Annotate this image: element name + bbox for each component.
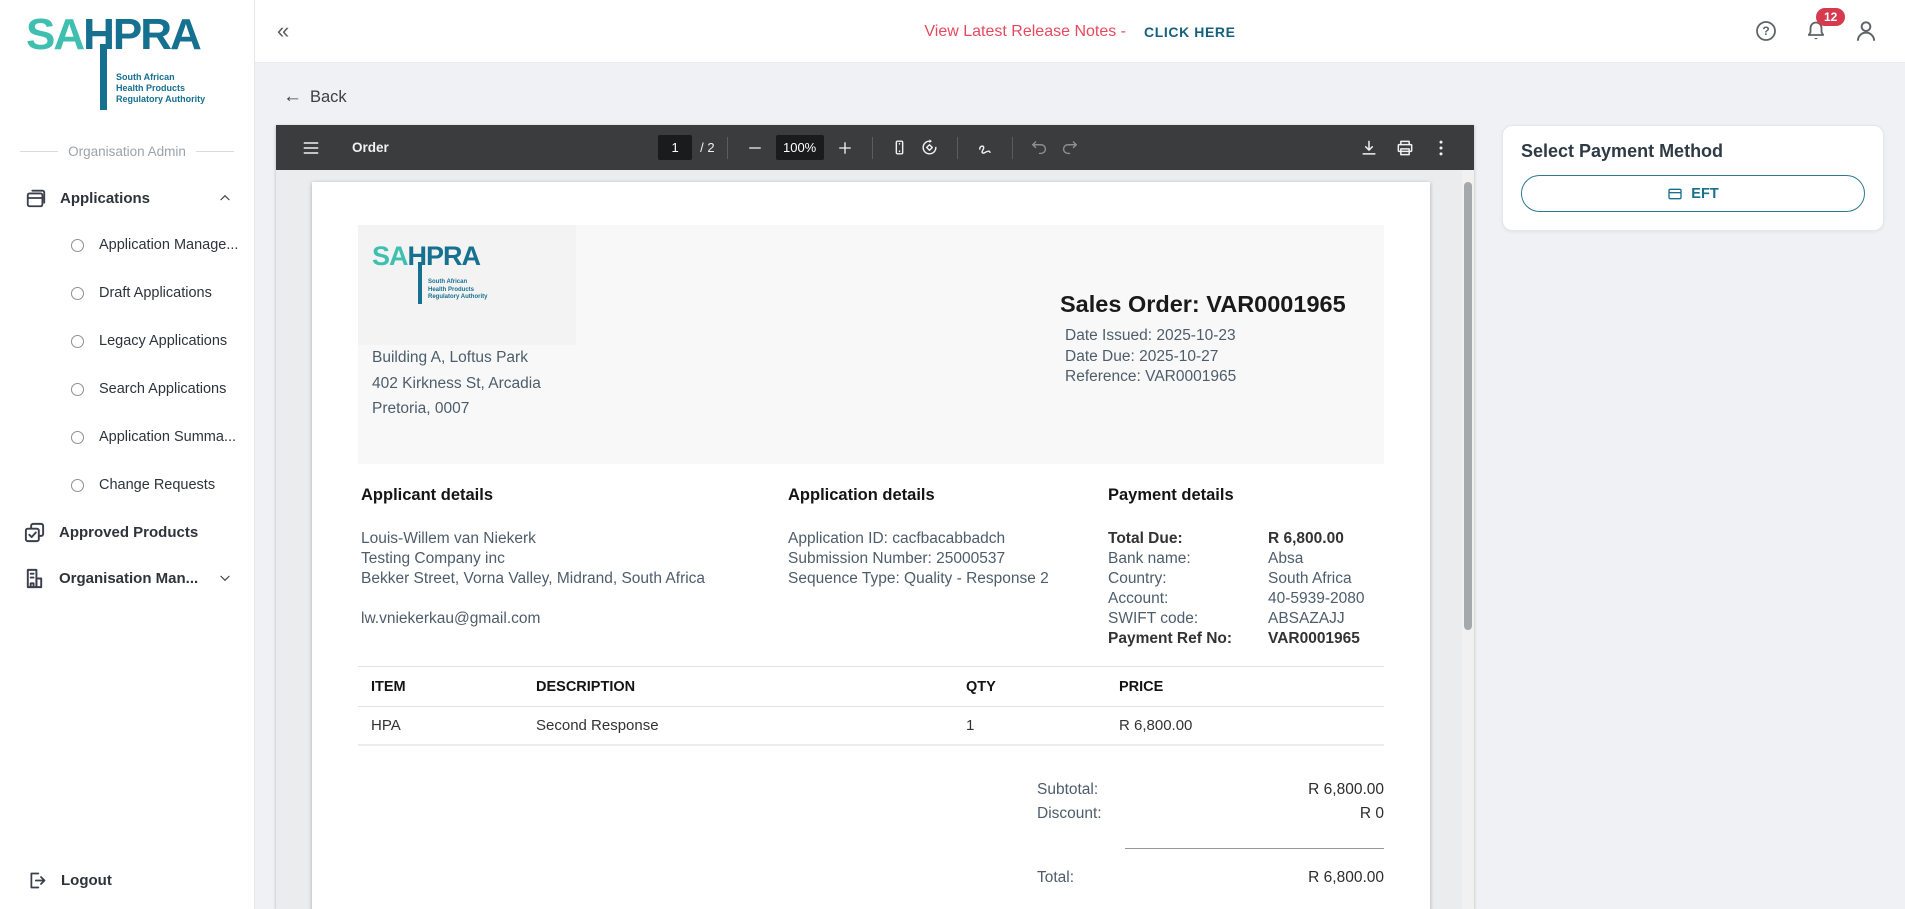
totals-block: Subtotal: R 6,800.00 Discount: R 0 Total… bbox=[1037, 778, 1384, 890]
undo-button[interactable] bbox=[1025, 133, 1055, 163]
header-icons: ? 12 bbox=[1753, 18, 1879, 44]
pdf-scrollbar-thumb[interactable] bbox=[1464, 182, 1472, 630]
pdf-title: Order bbox=[352, 140, 389, 155]
section-label: Organisation Admin bbox=[68, 144, 186, 159]
more-options-button[interactable] bbox=[1426, 133, 1456, 163]
pdf-canvas-area: SAHPRA South African Health Products Reg… bbox=[276, 170, 1474, 909]
back-arrow-icon: ← bbox=[283, 86, 302, 108]
sidebar-section: Organisation Admin bbox=[0, 144, 254, 159]
sidebar-nav: Applications Application Manage... Draft… bbox=[0, 175, 254, 601]
download-button[interactable] bbox=[1354, 133, 1384, 163]
release-notes-link[interactable]: CLICK HERE bbox=[1144, 24, 1236, 40]
organisation-icon bbox=[23, 567, 46, 590]
order-items-table: ITEM DESCRIPTION QTY PRICE HPA Second Re… bbox=[358, 666, 1384, 746]
payment-method-panel: Select Payment Method EFT bbox=[1502, 125, 1884, 231]
table-header-row: ITEM DESCRIPTION QTY PRICE bbox=[358, 667, 1384, 707]
print-button[interactable] bbox=[1390, 133, 1420, 163]
notification-badge: 12 bbox=[1816, 8, 1845, 26]
sidebar-item-applications[interactable]: Applications bbox=[0, 175, 254, 221]
toolbar-menu-button[interactable] bbox=[296, 133, 326, 163]
annotate-button[interactable] bbox=[970, 133, 1000, 163]
document-logo: SAHPRA South African Health Products Reg… bbox=[358, 225, 576, 345]
logout-button[interactable]: Logout bbox=[0, 851, 254, 909]
applications-icon bbox=[25, 187, 47, 209]
pdf-scrollbar-track bbox=[1462, 170, 1474, 909]
totals-divider bbox=[1125, 848, 1384, 849]
applicant-details: Applicant details Louis-Willem van Nieke… bbox=[361, 486, 781, 629]
sales-order-block: Sales Order: VAR0001965 Date Issued: 202… bbox=[1060, 291, 1360, 388]
table-row: HPA Second Response 1 R 6,800.00 bbox=[358, 707, 1384, 746]
sidebar-item-draft-applications[interactable]: Draft Applications bbox=[0, 269, 254, 317]
user-icon bbox=[1853, 18, 1879, 44]
sales-order-meta: Date Issued: 2025-10-23 Date Due: 2025-1… bbox=[1060, 326, 1360, 388]
back-button[interactable]: ← Back bbox=[283, 86, 347, 108]
approved-products-icon bbox=[23, 521, 46, 544]
payment-panel-title: Select Payment Method bbox=[1521, 141, 1865, 162]
total-row: Total: R 6,800.00 bbox=[1037, 866, 1384, 890]
sidebar-item-organisation-management[interactable]: Organisation Man... bbox=[0, 555, 254, 601]
page-number-input[interactable] bbox=[658, 135, 692, 160]
account-button[interactable] bbox=[1853, 18, 1879, 44]
rotate-button[interactable] bbox=[915, 133, 945, 163]
release-notes-text: View Latest Release Notes - bbox=[924, 23, 1126, 41]
radio-icon bbox=[71, 431, 84, 444]
document-address: Building A, Loftus Park 402 Kirkness St,… bbox=[372, 345, 541, 422]
main-area: « View Latest Release Notes - CLICK HERE… bbox=[255, 0, 1905, 909]
collapse-sidebar-button[interactable]: « bbox=[277, 20, 289, 42]
svg-text:?: ? bbox=[1762, 24, 1769, 38]
zoom-out-button[interactable] bbox=[740, 133, 770, 163]
radio-icon bbox=[71, 335, 84, 348]
sidebar-item-application-summary[interactable]: Application Summa... bbox=[0, 413, 254, 461]
sidebar-item-legacy-applications[interactable]: Legacy Applications bbox=[0, 317, 254, 365]
subtotal-row: Subtotal: R 6,800.00 bbox=[1037, 778, 1384, 802]
release-notes-banner: View Latest Release Notes - CLICK HERE bbox=[255, 0, 1905, 63]
radio-icon bbox=[71, 239, 84, 252]
document-header: SAHPRA South African Health Products Reg… bbox=[358, 225, 1384, 464]
notifications-button[interactable]: 12 bbox=[1803, 18, 1829, 44]
sales-order-title: Sales Order: VAR0001965 bbox=[1060, 291, 1360, 318]
zoom-in-button[interactable] bbox=[830, 133, 860, 163]
chevron-up-icon bbox=[218, 191, 232, 205]
page-count: / 2 bbox=[700, 140, 714, 155]
pdf-toolbar: Order / 2 100% bbox=[276, 125, 1474, 170]
payment-details: Payment details Total Due:R 6,800.00 Ban… bbox=[1108, 486, 1398, 649]
chevron-down-icon bbox=[218, 571, 232, 585]
radio-icon bbox=[71, 479, 84, 492]
radio-icon bbox=[71, 383, 84, 396]
sahpra-wordmark: SAHPRA bbox=[26, 10, 200, 60]
application-details: Application details Application ID: cacf… bbox=[788, 486, 1098, 589]
eft-card-icon bbox=[1667, 186, 1683, 202]
pdf-page: SAHPRA South African Health Products Reg… bbox=[312, 182, 1430, 909]
fit-page-button[interactable] bbox=[885, 133, 915, 163]
sidebar-item-label: Applications bbox=[60, 190, 150, 207]
sahpra-logo: SAHPRA South African Health Products Reg… bbox=[0, 0, 254, 132]
logo-stem bbox=[100, 44, 107, 110]
document-details: Applicant details Louis-Willem van Nieke… bbox=[312, 486, 1430, 656]
zoom-level[interactable]: 100% bbox=[776, 135, 824, 160]
sidebar-item-application-management[interactable]: Application Manage... bbox=[0, 221, 254, 269]
help-button[interactable]: ? bbox=[1753, 18, 1779, 44]
top-header: « View Latest Release Notes - CLICK HERE… bbox=[255, 0, 1905, 63]
sidebar-item-search-applications[interactable]: Search Applications bbox=[0, 365, 254, 413]
sidebar: SAHPRA South African Health Products Reg… bbox=[0, 0, 255, 909]
redo-button[interactable] bbox=[1055, 133, 1085, 163]
eft-payment-button[interactable]: EFT bbox=[1521, 175, 1865, 212]
sidebar-item-change-requests[interactable]: Change Requests bbox=[0, 461, 254, 509]
radio-icon bbox=[71, 287, 84, 300]
applicant-email: lw.vniekerkau@gmail.com bbox=[361, 609, 781, 629]
logo-tagline: South African Health Products Regulatory… bbox=[116, 72, 205, 105]
pdf-viewer: Order / 2 100% bbox=[276, 125, 1474, 909]
sidebar-item-approved-products[interactable]: Approved Products bbox=[0, 509, 254, 555]
logout-icon bbox=[27, 870, 48, 891]
discount-row: Discount: R 0 bbox=[1037, 802, 1384, 826]
help-icon: ? bbox=[1754, 19, 1778, 43]
